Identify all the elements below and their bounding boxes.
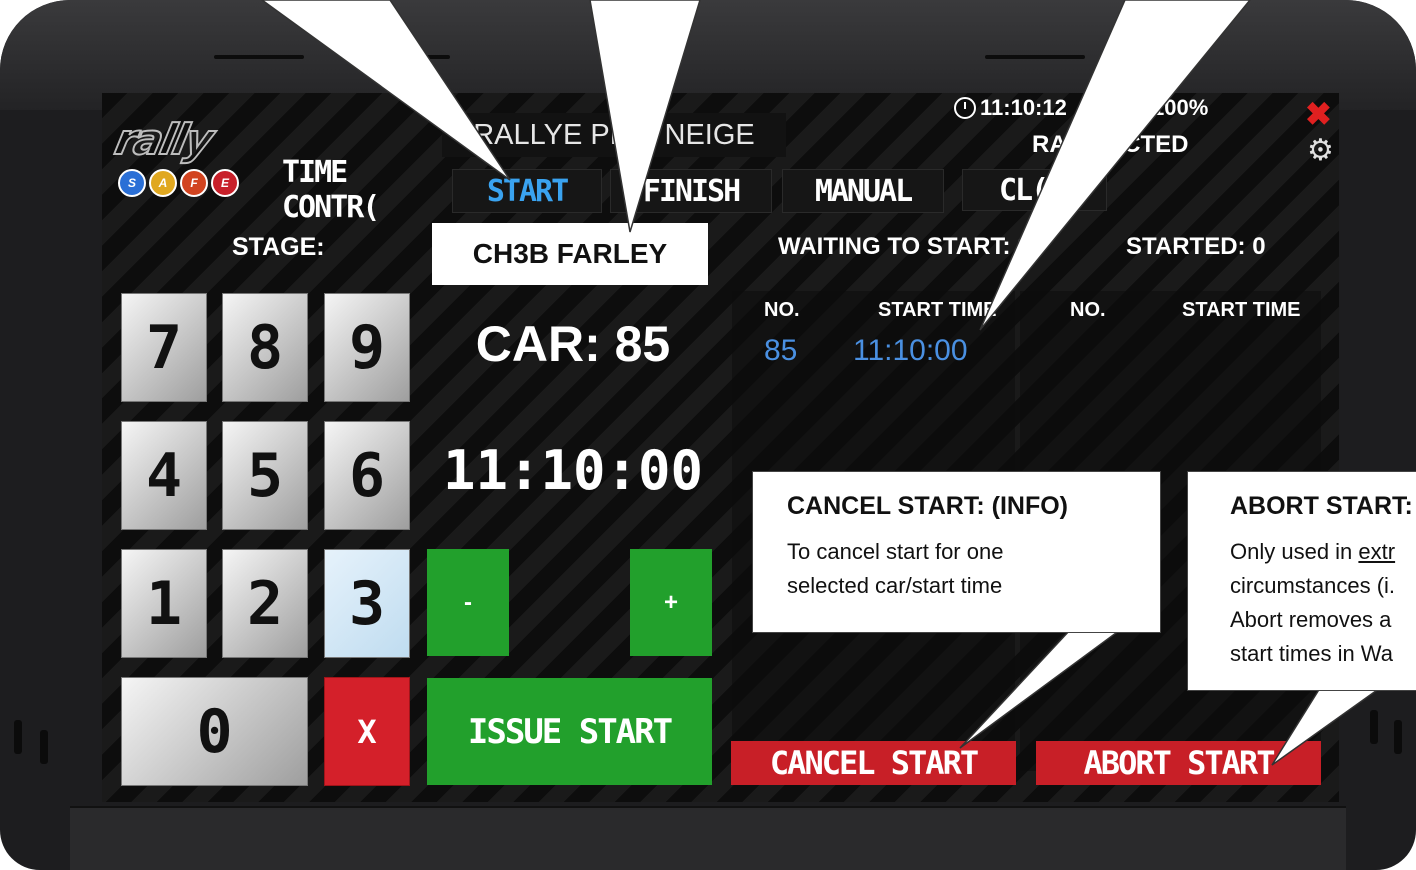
waiting-col-time: START TIME <box>878 299 997 321</box>
tab-clock[interactable]: CL( <box>962 169 1107 211</box>
car-number: CAR: 85 <box>475 316 671 372</box>
side-grip <box>14 720 22 754</box>
callout-abort-title: ABORT START: <box>1230 492 1413 520</box>
bezel-slot <box>1110 55 1200 59</box>
tablet-bottom-bar <box>70 806 1346 870</box>
app-screen: rally S A F E RALLYE PE E NEIGE 11:10:12… <box>102 93 1339 802</box>
key-7[interactable]: 7 <box>121 293 207 402</box>
waiting-header: WAITING TO START: 2 <box>778 233 1031 260</box>
clock-time: 11:10:12 <box>980 95 1067 120</box>
abort-start-button[interactable]: ABORT START <box>1036 741 1321 785</box>
callout-cancel-start: CANCEL START: (INFO) To cancel start for… <box>752 471 1161 633</box>
callout-cancel-line: selected car/start time <box>787 573 1003 598</box>
callout-cancel-title: CANCEL START: (INFO) <box>787 492 1068 520</box>
waiting-row-no[interactable]: 85 <box>764 334 797 368</box>
callout-abort-start: ABORT START: Only used in extr circumsta… <box>1187 471 1416 691</box>
clock-icon <box>954 97 976 119</box>
started-header: STARTED: 0 <box>1126 233 1266 260</box>
close-icon[interactable]: ✖ <box>1305 95 1332 133</box>
key-0[interactable]: 0 <box>121 677 308 786</box>
callout-abort-line: Only used in extr <box>1230 539 1396 564</box>
key-1[interactable]: 1 <box>121 549 207 658</box>
tablet-frame: rally S A F E RALLYE PE E NEIGE 11:10:12… <box>0 0 1416 870</box>
tab-time-control[interactable]: TIME CONTR( <box>282 155 447 225</box>
event-title: RALLYE PE E NEIGE <box>442 113 786 157</box>
callout-abort-line: start times in Wa <box>1230 641 1393 666</box>
key-9[interactable]: 9 <box>324 293 410 402</box>
battery-level: 100% <box>1152 95 1209 120</box>
side-grip <box>1370 710 1378 744</box>
stage-label: STAGE: <box>232 233 325 261</box>
bezel-slot <box>214 55 304 59</box>
waiting-col-no: NO. <box>764 299 800 321</box>
rallysafe-logo: rally S A F E <box>108 109 268 197</box>
issue-start-button[interactable]: ISSUE START <box>427 678 712 785</box>
key-6[interactable]: 6 <box>324 421 410 530</box>
started-col-no: NO. <box>1070 299 1106 321</box>
callout-abort-line: circumstances (i. <box>1230 573 1396 598</box>
cancel-start-button[interactable]: CANCEL START <box>731 741 1016 785</box>
key-3[interactable]: 3 <box>324 549 410 658</box>
tab-manual[interactable]: MANUAL <box>782 169 944 213</box>
minus-button[interactable]: - <box>427 549 509 656</box>
side-grip <box>1394 720 1402 754</box>
bezel-slot <box>985 55 1085 59</box>
callout-cancel-line: To cancel start for one <box>787 539 1004 564</box>
waiting-row-time[interactable]: 11:10:00 <box>853 334 968 368</box>
plus-button[interactable]: + <box>630 549 712 656</box>
callout-abort-body: Only used in extr circumstances (i. Abor… <box>1230 535 1416 671</box>
tab-finish[interactable]: FINISH <box>610 169 772 213</box>
status-clock: 11:10:12 <box>954 95 1067 121</box>
side-grip <box>40 730 48 764</box>
started-col-time: START TIME <box>1182 299 1301 321</box>
key-5[interactable]: 5 <box>222 421 308 530</box>
radio-status: RA NNECTED <box>1032 131 1189 158</box>
stage-select[interactable]: CH3B FARLEY <box>432 223 708 285</box>
key-4[interactable]: 4 <box>121 421 207 530</box>
clear-button[interactable]: X <box>324 677 410 786</box>
bezel-slot <box>350 55 450 59</box>
key-2[interactable]: 2 <box>222 549 308 658</box>
tab-start[interactable]: START <box>452 169 602 213</box>
start-time-input[interactable]: 11:10:00 <box>432 439 714 502</box>
key-8[interactable]: 8 <box>222 293 308 402</box>
gear-icon[interactable]: ⚙ <box>1307 133 1334 168</box>
callout-cancel-body: To cancel start for one selected car/sta… <box>787 535 1160 603</box>
callout-abort-line: Abort removes a <box>1230 607 1392 632</box>
